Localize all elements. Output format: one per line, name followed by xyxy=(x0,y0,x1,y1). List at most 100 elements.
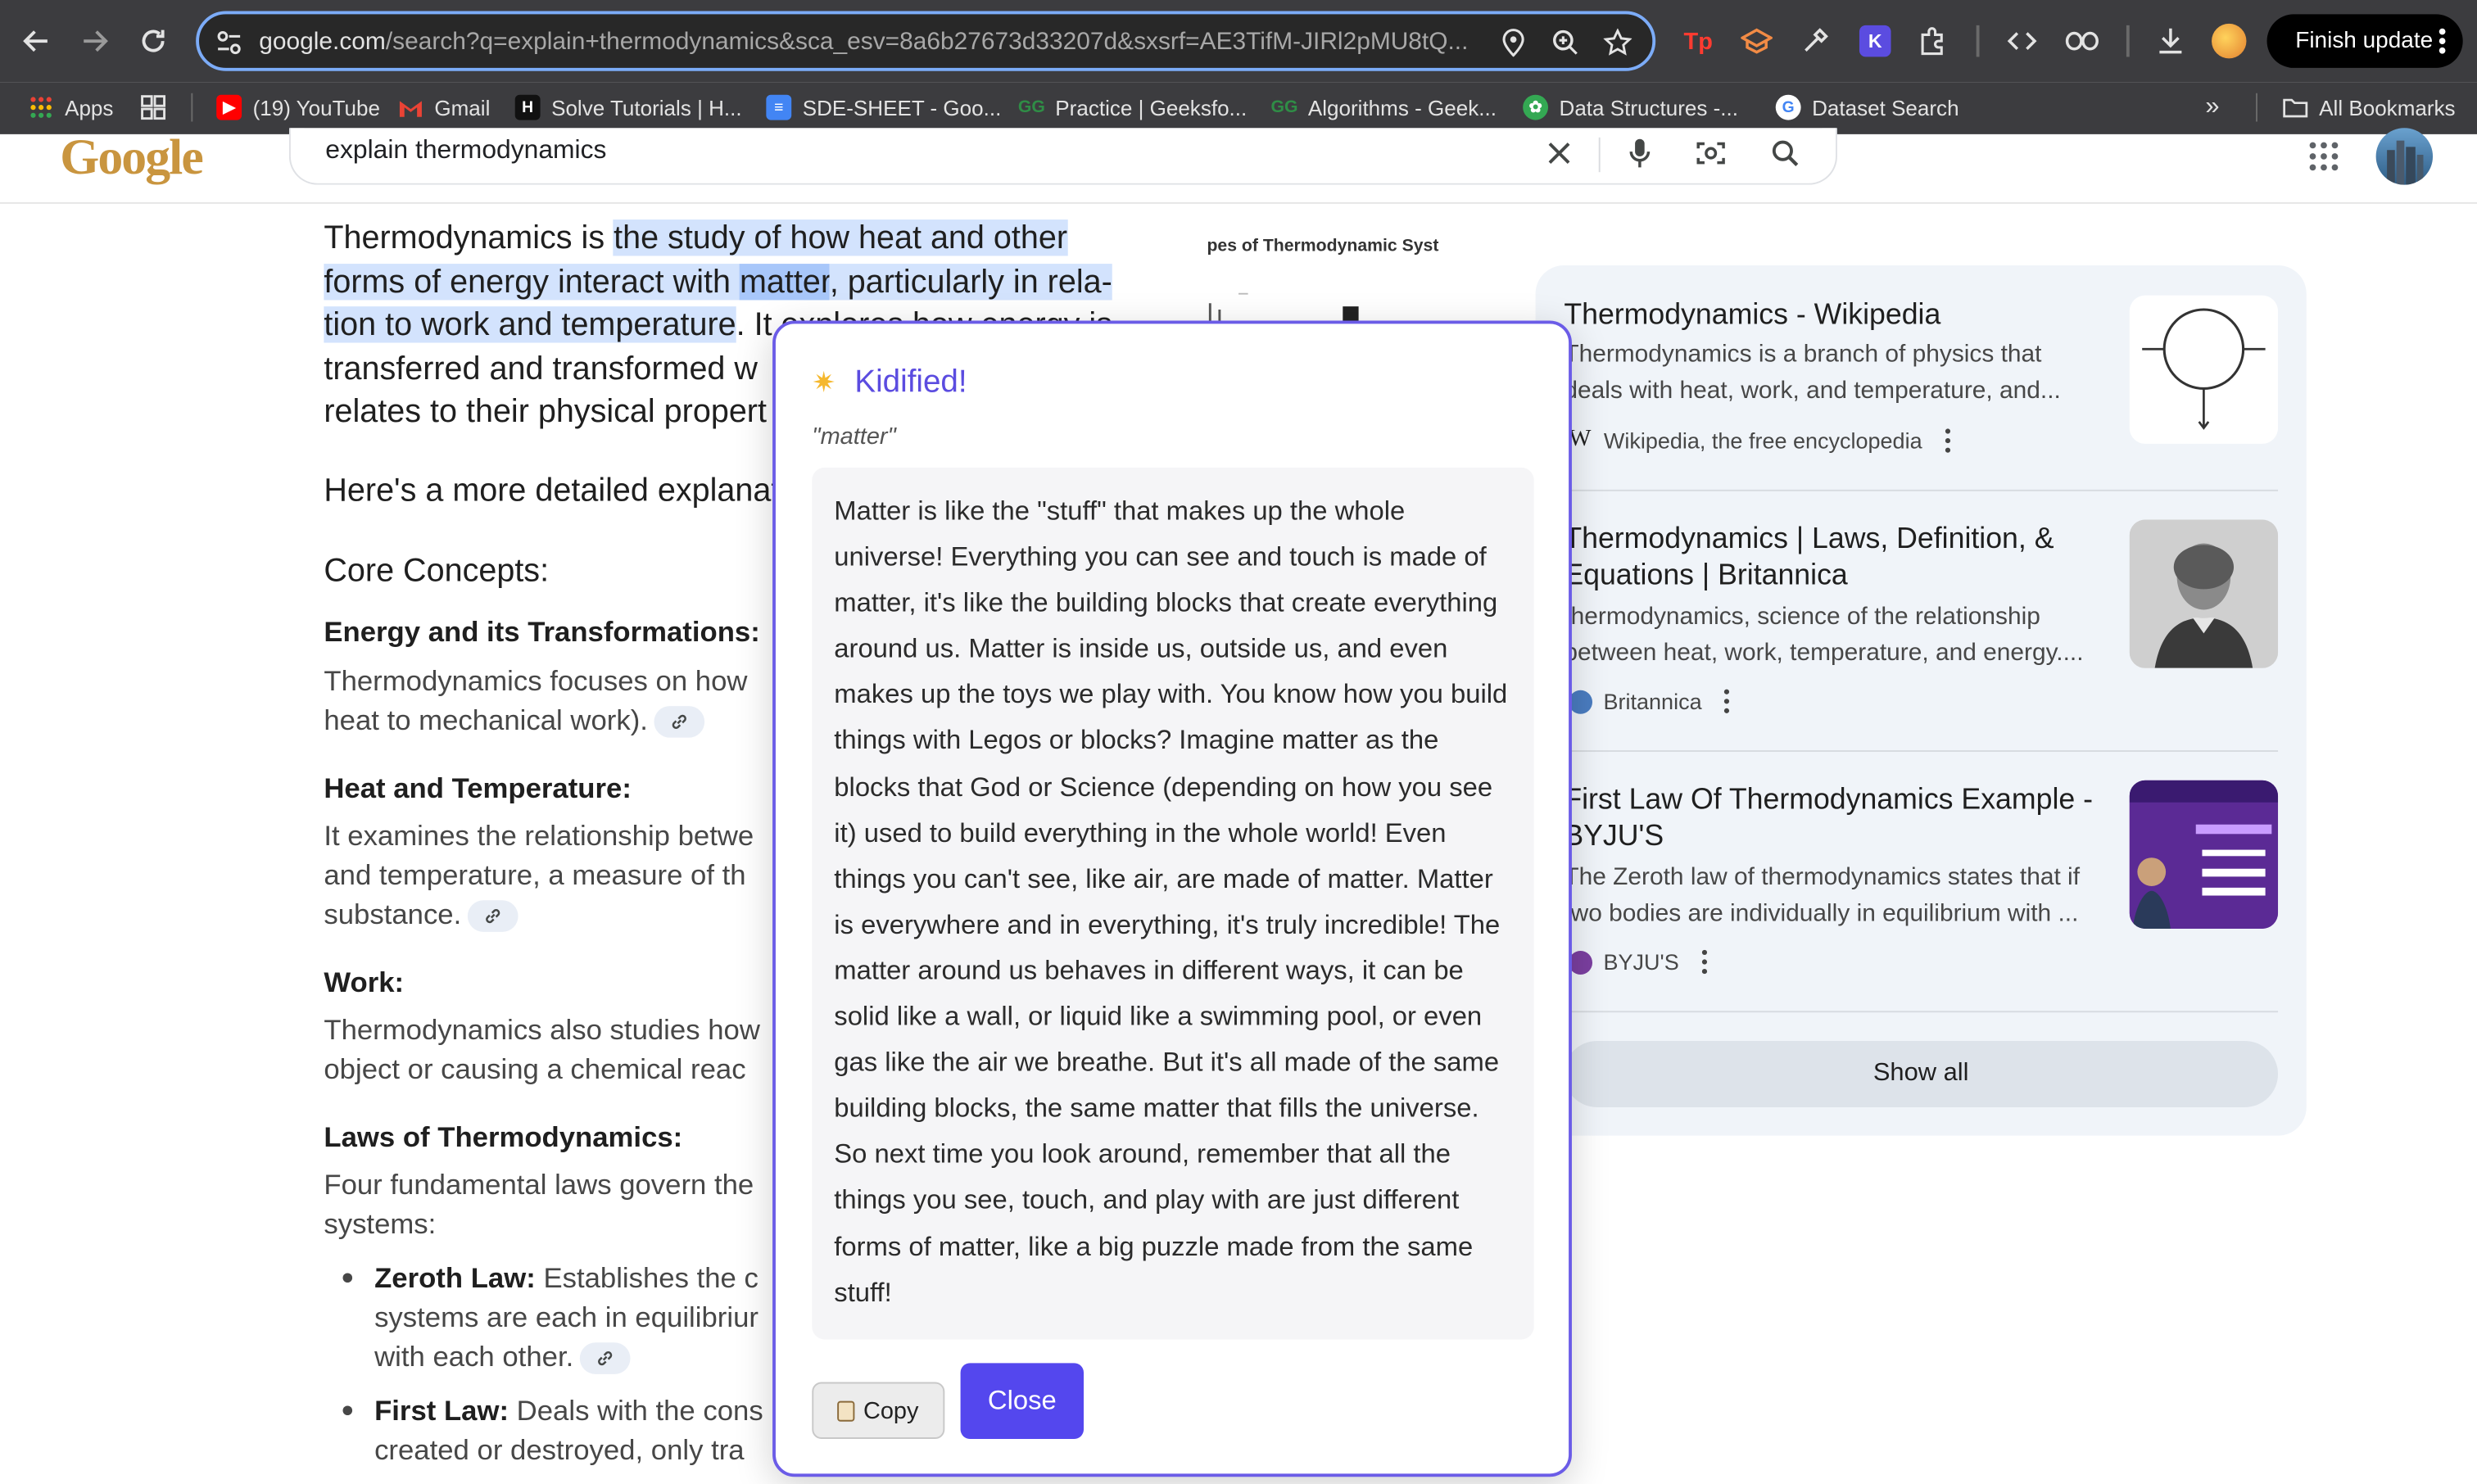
laws-heading: Laws of Thermodynamics: xyxy=(324,1121,683,1153)
source-link-icon[interactable] xyxy=(654,706,705,739)
browser-toolbar: google.com/search?q=explain+thermodynami… xyxy=(0,0,2477,83)
britannica-thumbnail[interactable] xyxy=(2129,519,2279,668)
folder-icon xyxy=(2283,95,2308,120)
google-icon: G xyxy=(1775,94,1801,120)
bookmark-apps[interactable]: Apps xyxy=(29,92,113,124)
search-icon[interactable] xyxy=(1768,136,1802,170)
source-link-icon[interactable] xyxy=(467,900,518,933)
extensions-puzzle-icon[interactable] xyxy=(1914,22,1952,60)
bookmark-sde-sheet[interactable]: ≡ SDE-SHEET - Goo... xyxy=(766,92,1001,124)
work-text: Thermodynamics also studies how object o… xyxy=(324,1014,760,1085)
bookmark-algorithms-gfg[interactable]: GG Algorithms - Geek... xyxy=(1270,92,1497,124)
profile-avatar-icon[interactable] xyxy=(2210,22,2248,60)
sparkle-star-icon: ✷ xyxy=(812,366,836,399)
byjus-icon xyxy=(1569,950,1593,974)
bullet-dot xyxy=(342,1405,355,1418)
all-bookmarks-button[interactable]: All Bookmarks xyxy=(2283,92,2456,124)
bookmark-data-structures[interactable]: ✿ Data Structures -... xyxy=(1523,92,1738,124)
url-text: google.com/search?q=explain+thermodynami… xyxy=(259,28,1469,56)
reload-icon xyxy=(142,29,165,52)
work-heading: Work: xyxy=(324,966,405,998)
reload-button[interactable] xyxy=(128,16,179,66)
microphone-icon[interactable] xyxy=(1623,136,1657,170)
bookmark-gmail[interactable]: Gmail xyxy=(398,92,490,124)
zoom-icon[interactable] xyxy=(1550,27,1582,59)
source-title-britannica[interactable]: Thermodynamics | Laws, Definition, & Equ… xyxy=(1564,520,2054,593)
back-button[interactable] xyxy=(11,16,62,66)
source-name-britannica: Britannica xyxy=(1569,689,1730,714)
more-vert-icon[interactable] xyxy=(1701,949,1708,975)
extension-k-icon[interactable]: K xyxy=(1856,22,1894,60)
extension-tp-icon[interactable]: Tp xyxy=(1679,22,1717,60)
forward-button[interactable] xyxy=(70,16,120,66)
detailed-explanation-heading: Here's a more detailed explanat xyxy=(324,472,781,509)
address-bar[interactable]: google.com/search?q=explain+thermodynami… xyxy=(196,11,1656,71)
code-icon[interactable] xyxy=(2003,22,2040,60)
energy-heading: Energy and its Transformations: xyxy=(324,616,760,648)
hackerearth-icon: H xyxy=(514,94,541,120)
eyedropper-icon[interactable] xyxy=(1796,22,1834,60)
bullet-dot xyxy=(342,1273,355,1285)
wikipedia-icon: W xyxy=(1569,426,1592,452)
google-docs-icon: ≡ xyxy=(766,94,792,120)
leaf-icon: ✿ xyxy=(1523,94,1549,120)
heat-heading: Heat and Temperature: xyxy=(324,772,632,804)
core-concepts-heading: Core Concepts: xyxy=(324,553,550,590)
google-apps-icon[interactable] xyxy=(2308,141,2340,180)
site-settings-icon[interactable] xyxy=(215,29,243,57)
extension-graduation-icon[interactable] xyxy=(1737,22,1775,60)
geeksforgeeks-icon: GG xyxy=(1017,97,1045,117)
kidified-popup: ✷ Kidified! "matter" Matter is like the … xyxy=(772,320,1572,1477)
more-vert-icon xyxy=(2439,28,2446,54)
more-vert-icon[interactable] xyxy=(1724,689,1731,714)
wikipedia-thumbnail[interactable] xyxy=(2129,295,2279,444)
bookmark-dataset-search[interactable]: G Dataset Search xyxy=(1775,92,1959,124)
lens-camera-icon[interactable] xyxy=(1693,136,1728,170)
google-doodle-logo[interactable]: Google xyxy=(60,128,203,186)
diagram-caption: pes of Thermodynamic Syst xyxy=(1207,237,1439,256)
more-vert-icon[interactable] xyxy=(1945,428,1951,453)
geeksforgeeks-icon: GG xyxy=(1270,97,1298,117)
show-all-button[interactable]: Show all xyxy=(1564,1040,2279,1107)
tab-groups-icon[interactable] xyxy=(141,92,166,124)
zeroth-law-item: Zeroth Law: Establishes the c systems ar… xyxy=(374,1259,758,1378)
arrow-right-icon xyxy=(84,30,108,52)
search-box[interactable]: explain thermodynamics xyxy=(288,128,1837,185)
clear-icon[interactable] xyxy=(1542,136,1576,170)
gmail-icon xyxy=(398,95,423,120)
finish-update-button[interactable]: Finish update xyxy=(2266,14,2463,68)
google-header: Google explain thermodynamics xyxy=(0,128,2477,204)
britannica-icon xyxy=(1569,689,1593,713)
source-name-wikipedia: W Wikipedia, the free encyclopedia xyxy=(1569,427,1950,454)
bookmark-practice-gfg[interactable]: GG Practice | Geeksfo... xyxy=(1017,92,1247,124)
byjus-video-thumbnail[interactable] xyxy=(2129,780,2279,930)
copy-button[interactable]: Copy xyxy=(812,1382,945,1439)
arrow-left-icon xyxy=(23,30,48,52)
source-snippet-britannica: thermodynamics, science of the relations… xyxy=(1564,603,2084,667)
kid-explanation-text: Matter is like the "stuff" that makes up… xyxy=(812,467,1534,1340)
close-button[interactable]: Close xyxy=(960,1363,1085,1439)
energy-text: Thermodynamics focuses on how heat to me… xyxy=(324,662,747,740)
source-title-wikipedia[interactable]: Thermodynamics - Wikipedia xyxy=(1564,296,1940,332)
bookmark-solve-tutorials[interactable]: H Solve Tutorials | H... xyxy=(514,92,742,124)
more-bookmarks-chevron-icon[interactable]: » xyxy=(2205,92,2219,124)
apps-grid-icon xyxy=(29,95,54,120)
heat-text: It examines the relationship betwe and t… xyxy=(324,817,754,935)
clipboard-icon xyxy=(838,1400,856,1421)
source-link-icon[interactable] xyxy=(579,1342,631,1375)
source-snippet-byjus: The Zeroth law of thermodynamics states … xyxy=(1564,863,2081,928)
bookmark-star-icon[interactable] xyxy=(1602,27,1634,59)
link-icon[interactable] xyxy=(2063,22,2101,60)
first-law-item: First Law: Deals with the cons created o… xyxy=(374,1394,763,1466)
selected-term: "matter" xyxy=(812,423,896,450)
thermodynamic-systems-diagram[interactable] xyxy=(1207,284,1506,323)
bookmark-youtube[interactable]: ▶ (19) YouTube xyxy=(216,92,380,124)
source-title-byjus[interactable]: First Law Of Thermodynamics Example - BY… xyxy=(1564,780,2093,853)
youtube-icon: ▶ xyxy=(216,94,242,120)
account-avatar[interactable] xyxy=(2375,128,2434,185)
download-icon[interactable] xyxy=(2152,22,2189,60)
source-snippet-wikipedia: Thermodynamics is a branch of physics th… xyxy=(1564,341,2061,405)
laws-text: Four fundamental laws govern the systems… xyxy=(324,1169,754,1240)
search-input[interactable]: explain thermodynamics xyxy=(325,136,606,166)
location-icon[interactable] xyxy=(1497,27,1529,59)
